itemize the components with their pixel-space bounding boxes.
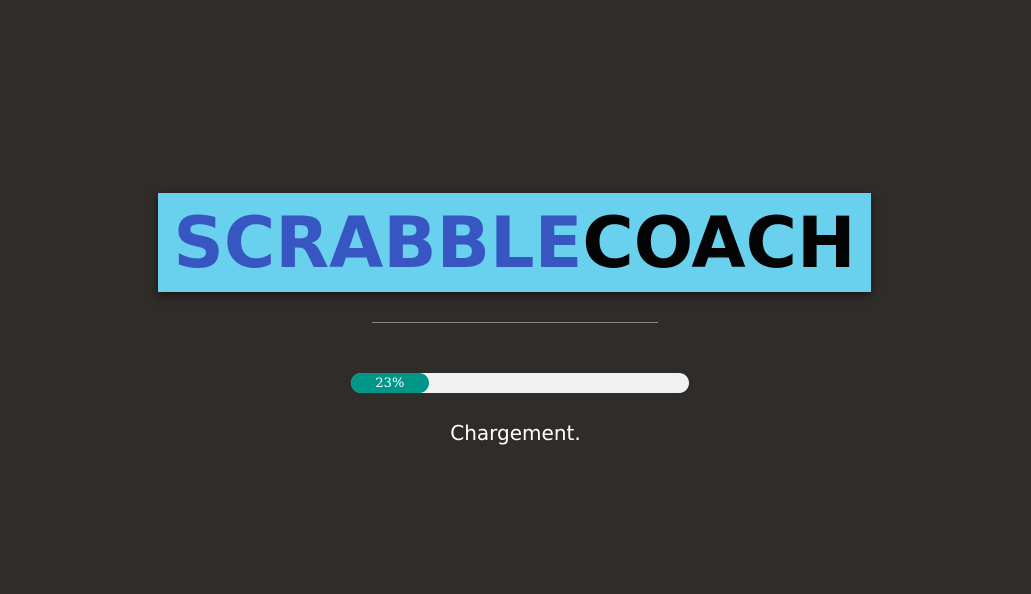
divider [372,322,658,323]
loading-status-text: Chargement. [450,421,581,445]
loading-progress-bar: 23% [351,373,689,393]
app-logo: SCRABBLE COACH [158,193,871,292]
logo-text-scrabble: SCRABBLE [173,201,583,284]
progress-fill: 23% [351,373,429,393]
progress-percent-label: 23% [375,375,405,391]
logo-text-coach: COACH [582,201,856,284]
